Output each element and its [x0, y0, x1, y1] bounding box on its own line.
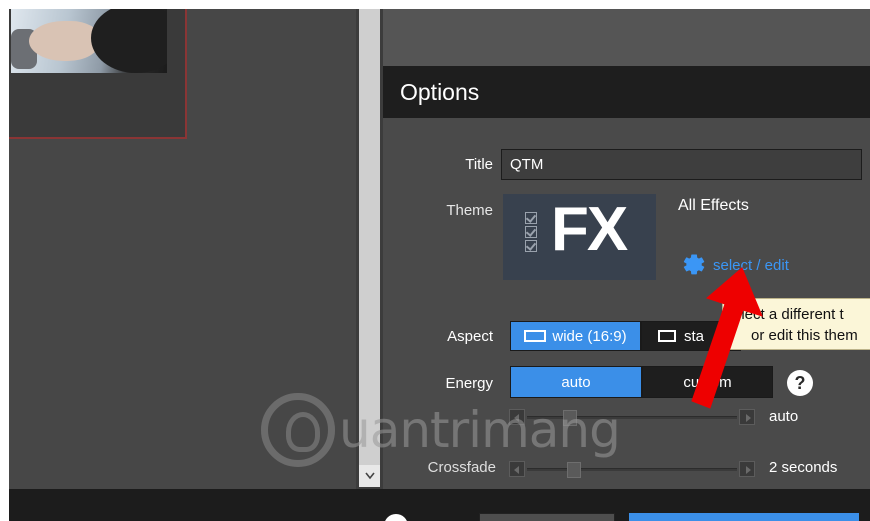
slider-left-arrow-icon[interactable] — [509, 409, 525, 425]
chevron-down-icon — [364, 472, 375, 480]
bottom-secondary-button[interactable] — [479, 513, 615, 521]
aspect-label: Aspect — [447, 328, 493, 345]
options-title: Options — [400, 79, 480, 105]
theme-name: All Effects — [678, 197, 749, 214]
bottom-bar — [9, 489, 870, 521]
slider-track[interactable] — [527, 416, 737, 419]
slider-track[interactable] — [527, 468, 737, 471]
preview-area — [383, 9, 870, 66]
bottom-primary-button[interactable] — [629, 513, 859, 521]
crossfade-slider[interactable] — [509, 461, 755, 478]
vertical-scrollbar[interactable] — [356, 9, 383, 489]
energy-auto-button[interactable]: auto — [510, 366, 642, 398]
aspect-wide-label: wide (16:9) — [552, 327, 627, 345]
widescreen-icon — [524, 330, 547, 342]
crossfade-value: 2 seconds — [769, 459, 838, 476]
title-input[interactable] — [501, 149, 862, 180]
scroll-down-button[interactable] — [359, 465, 380, 487]
energy-slider[interactable] — [509, 409, 755, 426]
options-header: Options — [383, 66, 870, 118]
energy-slider-value: auto — [769, 408, 799, 425]
slider-thumb[interactable] — [563, 410, 577, 426]
media-thumbnail-card[interactable] — [9, 9, 187, 139]
checklist-icon — [525, 212, 537, 252]
slider-right-arrow-icon[interactable] — [739, 409, 755, 425]
slider-left-arrow-icon[interactable] — [509, 461, 525, 477]
title-label: Title — [465, 156, 493, 173]
theme-thumbnail[interactable]: FX — [503, 194, 656, 280]
energy-label: Energy — [445, 375, 493, 392]
theme-label: Theme — [446, 202, 493, 219]
help-icon[interactable]: ? — [787, 370, 813, 396]
media-thumbnail-image — [11, 9, 167, 73]
help-icon[interactable] — [384, 514, 408, 521]
aspect-wide-button[interactable]: wide (16:9) — [510, 321, 641, 351]
standard-screen-icon — [658, 330, 676, 342]
app-window: Options Title Theme FX All Effects selec… — [9, 9, 870, 521]
scrollbar-track[interactable] — [359, 9, 380, 465]
slider-right-arrow-icon[interactable] — [739, 461, 755, 477]
media-panel — [9, 9, 356, 489]
theme-thumbnail-text: FX — [551, 195, 628, 264]
annotation-arrow-icon — [691, 267, 763, 409]
crossfade-label: Crossfade — [427, 459, 496, 476]
slider-thumb[interactable] — [567, 462, 581, 478]
